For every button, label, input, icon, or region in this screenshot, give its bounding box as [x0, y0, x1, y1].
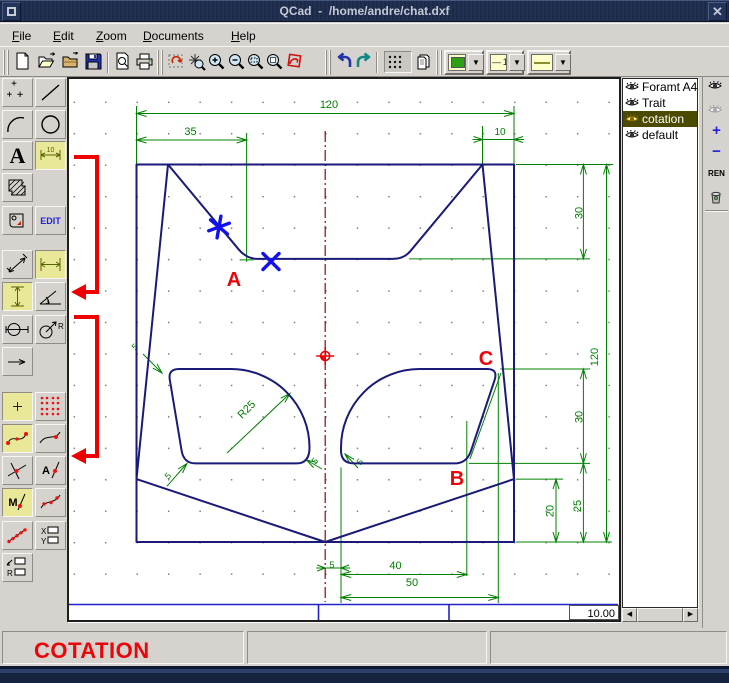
- svg-text:R: R: [7, 569, 13, 578]
- svg-text:10: 10: [494, 127, 506, 138]
- svg-text:R: R: [58, 322, 64, 331]
- svg-text:10: 10: [47, 147, 55, 154]
- svg-text:35: 35: [184, 126, 196, 138]
- svg-text:5: 5: [329, 560, 334, 570]
- svg-text:X: X: [41, 527, 47, 536]
- svg-text:40: 40: [389, 560, 401, 572]
- svg-text:B: B: [450, 468, 464, 490]
- svg-text:25: 25: [572, 500, 584, 512]
- svg-text:A: A: [10, 143, 26, 168]
- svg-text:120: 120: [320, 99, 338, 111]
- svg-text:EDIT: EDIT: [40, 216, 61, 226]
- svg-text:50: 50: [406, 577, 418, 589]
- svg-text:Y: Y: [41, 537, 47, 546]
- svg-text:30: 30: [574, 411, 586, 423]
- svg-text:M: M: [8, 497, 17, 509]
- svg-text:C: C: [479, 348, 493, 370]
- svg-text:A: A: [42, 465, 50, 477]
- svg-text:120: 120: [589, 348, 601, 366]
- svg-text:30: 30: [574, 207, 586, 219]
- svg-text:A: A: [227, 269, 241, 291]
- svg-text:10.00: 10.00: [587, 608, 615, 620]
- svg-text:20: 20: [545, 505, 557, 517]
